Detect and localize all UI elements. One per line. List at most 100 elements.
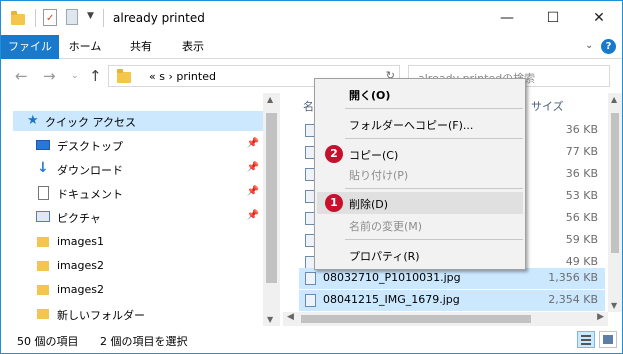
menu-item-label: 名前の変更(M) [349,220,423,233]
nav-item-label: images2 [57,259,104,272]
menu-item-copy-to-folder[interactable]: フォルダーへコピー(F)... [317,113,523,135]
folder-icon [37,309,49,319]
download-icon: ↓ [37,160,49,176]
tab-file[interactable]: ファイル [1,35,59,59]
scroll-thumb[interactable] [611,113,619,253]
scroll-up-icon[interactable]: ▲ [267,95,273,104]
details-view-icon[interactable] [577,331,595,348]
nav-item-folder[interactable]: images2 [19,256,263,276]
column-size[interactable]: サイズ [531,98,564,114]
menu-item-delete[interactable]: 1 削除(D) [317,192,523,214]
file-list-scrollbar[interactable]: ▲ ▼ [608,93,622,312]
file-size: 2,354 KB [548,293,598,306]
maximize-button[interactable]: ☐ [530,1,576,35]
document-icon [38,186,49,200]
menu-item-copy[interactable]: 2 コピー(C) [317,143,523,165]
menu-item-label: 開く(O) [349,89,391,102]
explorer-window: ✓ ▼ already printed — ☐ ✕ ファイル ホーム 共有 表示… [0,0,623,354]
file-size: 77 KB [565,145,598,158]
title-bar: ✓ ▼ already printed — ☐ ✕ [1,1,622,35]
ribbon-tabs: ファイル ホーム 共有 表示 ⌄ ? [1,35,622,59]
new-file-icon[interactable] [66,9,78,25]
up-arrow-icon[interactable]: ↑ [89,67,102,85]
menu-item-label: フォルダーへコピー(F)... [349,119,474,132]
column-name[interactable]: 名 [303,98,314,114]
tab-share[interactable]: 共有 [117,35,165,59]
nav-item-folder[interactable]: images1 [19,232,263,252]
nav-item-label: 新しいフォルダー [57,309,145,322]
pin-icon[interactable]: 📌 [247,162,259,173]
nav-item-label: ドキュメント [57,188,123,201]
nav-item-desktop[interactable]: デスクトップ 📌 [19,135,263,155]
menu-item-open[interactable]: 開く(O) [317,83,523,105]
menu-item-label: 削除(D) [349,198,389,211]
help-icon[interactable]: ? [601,39,616,54]
scroll-up-icon[interactable]: ▲ [611,95,617,104]
menu-item-label: 貼り付け(P) [349,169,409,182]
pictures-icon [36,211,50,222]
file-row-selected[interactable]: 08041215_IMG_1679.jpg 2,354 KB [299,290,605,311]
nav-item-pictures[interactable]: ピクチャ 📌 [19,207,263,227]
menu-item-properties[interactable]: プロパティ(R) [317,244,523,266]
nav-item-folder[interactable]: images2 [19,280,263,300]
close-button[interactable]: ✕ [576,1,622,35]
folder-icon [37,285,49,295]
tab-view[interactable]: 表示 [169,35,217,59]
scroll-down-icon[interactable]: ▼ [267,315,273,324]
nav-item-label: images2 [57,283,104,296]
nav-item-quick-access[interactable]: ★ クイック アクセス [13,111,263,131]
tab-home[interactable]: ホーム [61,35,109,59]
file-name: 08041215_IMG_1679.jpg [323,293,460,306]
nav-pane-scrollbar[interactable]: ▲ ▼ [263,93,280,326]
quick-access-dropdown-icon[interactable]: ▼ [87,11,94,21]
ribbon-expand-icon[interactable]: ⌄ [585,40,593,51]
scroll-left-icon[interactable]: ◀ [287,312,294,322]
recent-dropdown-icon[interactable]: ⌄ [71,71,79,81]
scroll-down-icon[interactable]: ▼ [611,301,617,310]
folder-icon [117,69,131,83]
star-icon: ★ [27,113,39,128]
file-name: 08032710_P1010031.jpg [323,271,461,284]
file-size: 36 KB [565,123,598,136]
menu-divider [345,239,523,240]
folder-icon [37,261,49,271]
horizontal-scrollbar[interactable]: ◀ ▶ [283,312,608,326]
nav-item-documents[interactable]: ドキュメント 📌 [19,183,263,203]
minimize-button[interactable]: — [484,1,530,35]
item-count: 50 個の項目 [17,335,79,348]
window-title: already printed [113,11,205,25]
scroll-thumb[interactable] [266,113,277,283]
nav-item-downloads[interactable]: ↓ ダウンロード 📌 [19,159,263,179]
large-icons-view-icon[interactable] [599,331,617,348]
nav-item-label: デスクトップ [57,140,123,153]
forward-arrow-icon[interactable]: → [43,67,56,85]
file-size: 1,356 KB [548,271,598,284]
image-file-icon [305,294,316,307]
menu-item-paste: 貼り付け(P) [317,163,523,185]
file-size: 59 KB [565,233,598,246]
nav-item-folder[interactable]: 新しいフォルダー [19,304,263,324]
selected-count: 2 個の項目を選択 [100,335,188,348]
menu-divider [345,138,523,139]
scroll-right-icon[interactable]: ▶ [597,312,604,322]
properties-icon[interactable]: ✓ [43,9,57,26]
back-arrow-icon[interactable]: ← [15,67,28,85]
breadcrumb[interactable]: « s › printed [149,70,216,83]
step-1-badge: 1 [325,194,343,212]
file-size: 53 KB [565,189,598,202]
pin-icon[interactable]: 📌 [247,210,259,221]
image-file-icon [305,272,316,285]
file-size: 49 KB [565,255,598,268]
navigation-bar: ← → ⌄ ↑ « s › printed ↻ already printedの… [1,59,622,93]
desktop-icon [36,140,50,150]
pin-icon[interactable]: 📌 [247,138,259,149]
scroll-thumb[interactable] [301,315,531,323]
context-menu: 開く(O) フォルダーへコピー(F)... 2 コピー(C) 貼り付け(P) 1… [314,78,526,270]
menu-divider [345,108,523,109]
pin-icon[interactable]: 📌 [247,186,259,197]
nav-item-label: ピクチャ [57,212,101,225]
menu-item-rename: 名前の変更(M) [317,214,523,236]
file-row-selected[interactable]: 08032710_P1010031.jpg 1,356 KB [299,268,605,289]
menu-divider [345,188,523,189]
step-2-badge: 2 [325,145,343,163]
